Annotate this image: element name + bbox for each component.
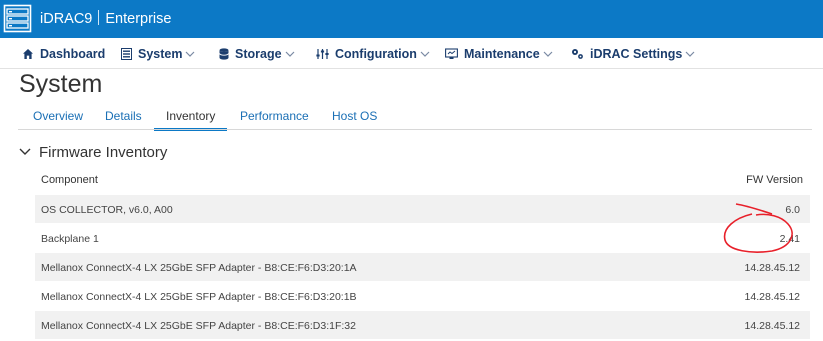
- component-cell: Mellanox ConnectX-4 LX 25GbE SFP Adapter…: [41, 291, 357, 303]
- chevron-down-icon: [685, 51, 695, 57]
- nav-storage-label: Storage: [235, 47, 282, 61]
- product-edition: Enterprise: [105, 11, 172, 27]
- server-logo-icon: [3, 4, 32, 33]
- sliders-icon: [316, 49, 329, 59]
- nav-storage[interactable]: Storage: [219, 46, 295, 62]
- nav-idrac-settings[interactable]: iDRAC Settings: [571, 46, 695, 62]
- tab-divider: [18, 129, 812, 130]
- home-icon: [23, 49, 33, 59]
- nav-dashboard[interactable]: Dashboard: [22, 46, 105, 62]
- component-cell: Mellanox ConnectX-4 LX 25GbE SFP Adapter…: [41, 262, 357, 274]
- main-nav: Dashboard System Storage Configuration M…: [0, 38, 823, 69]
- page-title: System: [19, 70, 103, 98]
- fw-version-cell: 14.28.45.12: [744, 262, 800, 274]
- nav-configuration[interactable]: Configuration: [316, 46, 430, 62]
- nav-idrac-settings-label: iDRAC Settings: [590, 47, 683, 61]
- nav-maintenance[interactable]: Maintenance: [445, 46, 553, 62]
- tab-details[interactable]: Details: [105, 109, 142, 123]
- app-header: iDRAC9 Enterprise: [0, 0, 823, 38]
- table-header: Component FW Version: [35, 168, 810, 194]
- column-header-fw-version[interactable]: FW Version: [746, 174, 803, 186]
- tab-inventory[interactable]: Inventory: [166, 109, 215, 123]
- chevron-down-icon: [420, 51, 430, 57]
- component-cell: Backplane 1: [41, 233, 99, 245]
- tab-overview[interactable]: Overview: [33, 109, 83, 123]
- component-cell: Mellanox ConnectX-4 LX 25GbE SFP Adapter…: [41, 320, 356, 332]
- fw-version-cell: 14.28.45.12: [744, 320, 800, 332]
- fw-version-cell: 6.0: [785, 204, 800, 216]
- product-brand: iDRAC9 Enterprise: [40, 10, 171, 27]
- fw-version-cell: 14.28.45.12: [744, 291, 800, 303]
- chevron-down-icon: [543, 51, 553, 57]
- component-cell: OS COLLECTOR, v6.0, A00: [41, 204, 173, 216]
- storage-icon: [219, 48, 229, 60]
- firmware-inventory-toggle[interactable]: Firmware Inventory: [19, 142, 167, 162]
- column-header-component[interactable]: Component: [41, 174, 98, 186]
- table-row: Mellanox ConnectX-4 LX 25GbE SFP Adapter…: [35, 281, 810, 310]
- fw-version-cell: 2.41: [779, 233, 800, 245]
- chevron-down-icon: [19, 148, 31, 155]
- nav-system[interactable]: System: [121, 46, 195, 62]
- settings-icon: [572, 49, 583, 59]
- tab-performance[interactable]: Performance: [240, 109, 309, 123]
- section-title: Firmware Inventory: [39, 143, 168, 161]
- nav-system-label: System: [138, 47, 183, 61]
- table-row: Mellanox ConnectX-4 LX 25GbE SFP Adapter…: [35, 310, 810, 339]
- nav-maintenance-label: Maintenance: [464, 47, 540, 61]
- tab-bar: Overview Details Inventory Performance H…: [0, 104, 823, 131]
- table-row: OS COLLECTOR, v6.0, A00 6.0: [35, 194, 810, 223]
- brand-divider: [98, 10, 100, 25]
- server-icon: [121, 48, 132, 60]
- table-row: Mellanox ConnectX-4 LX 25GbE SFP Adapter…: [35, 252, 810, 281]
- nav-configuration-label: Configuration: [335, 47, 417, 61]
- table-row: Backplane 1 2.41: [35, 223, 810, 252]
- chevron-down-icon: [186, 51, 195, 57]
- tab-host-os[interactable]: Host OS: [332, 109, 377, 123]
- firmware-table: Component FW Version OS COLLECTOR, v6.0,…: [35, 168, 810, 339]
- nav-dashboard-label: Dashboard: [40, 47, 106, 61]
- product-name: iDRAC9: [40, 11, 93, 27]
- monitor-icon: [445, 48, 458, 59]
- chevron-down-icon: [285, 51, 294, 57]
